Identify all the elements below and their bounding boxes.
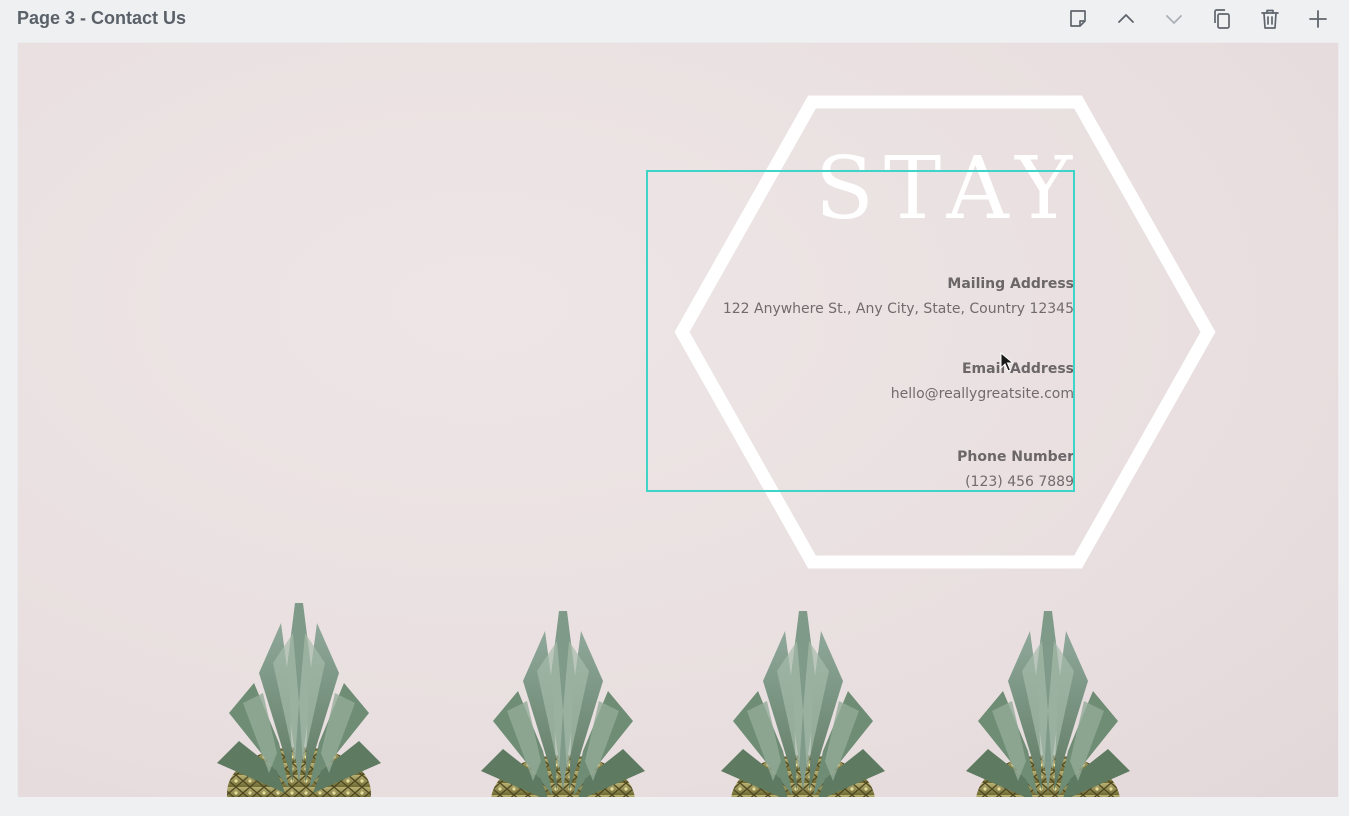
- notes-button[interactable]: [1061, 4, 1095, 34]
- selected-text-box[interactable]: [646, 170, 1075, 492]
- chevron-up-icon: [1118, 14, 1134, 23]
- page-header: Page 3 - Contact Us: [0, 0, 1349, 40]
- add-icon: [1309, 10, 1327, 28]
- delete-page-button[interactable]: [1253, 4, 1287, 34]
- notes-icon: [1070, 10, 1086, 27]
- mouse-pointer-icon: [1000, 352, 1014, 372]
- move-down-button[interactable]: [1157, 4, 1191, 34]
- move-up-button[interactable]: [1109, 4, 1143, 34]
- duplicate-page-button[interactable]: [1205, 4, 1239, 34]
- trash-icon: [1261, 9, 1279, 29]
- duplicate-icon: [1214, 9, 1230, 29]
- design-canvas[interactable]: STAY Mailing Address 122 Anywhere St., A…: [18, 43, 1338, 797]
- canvas-bottom-margin: [0, 797, 1349, 816]
- add-page-button[interactable]: [1301, 4, 1335, 34]
- chevron-down-icon: [1166, 15, 1182, 24]
- page-title[interactable]: Page 3 - Contact Us: [17, 8, 186, 29]
